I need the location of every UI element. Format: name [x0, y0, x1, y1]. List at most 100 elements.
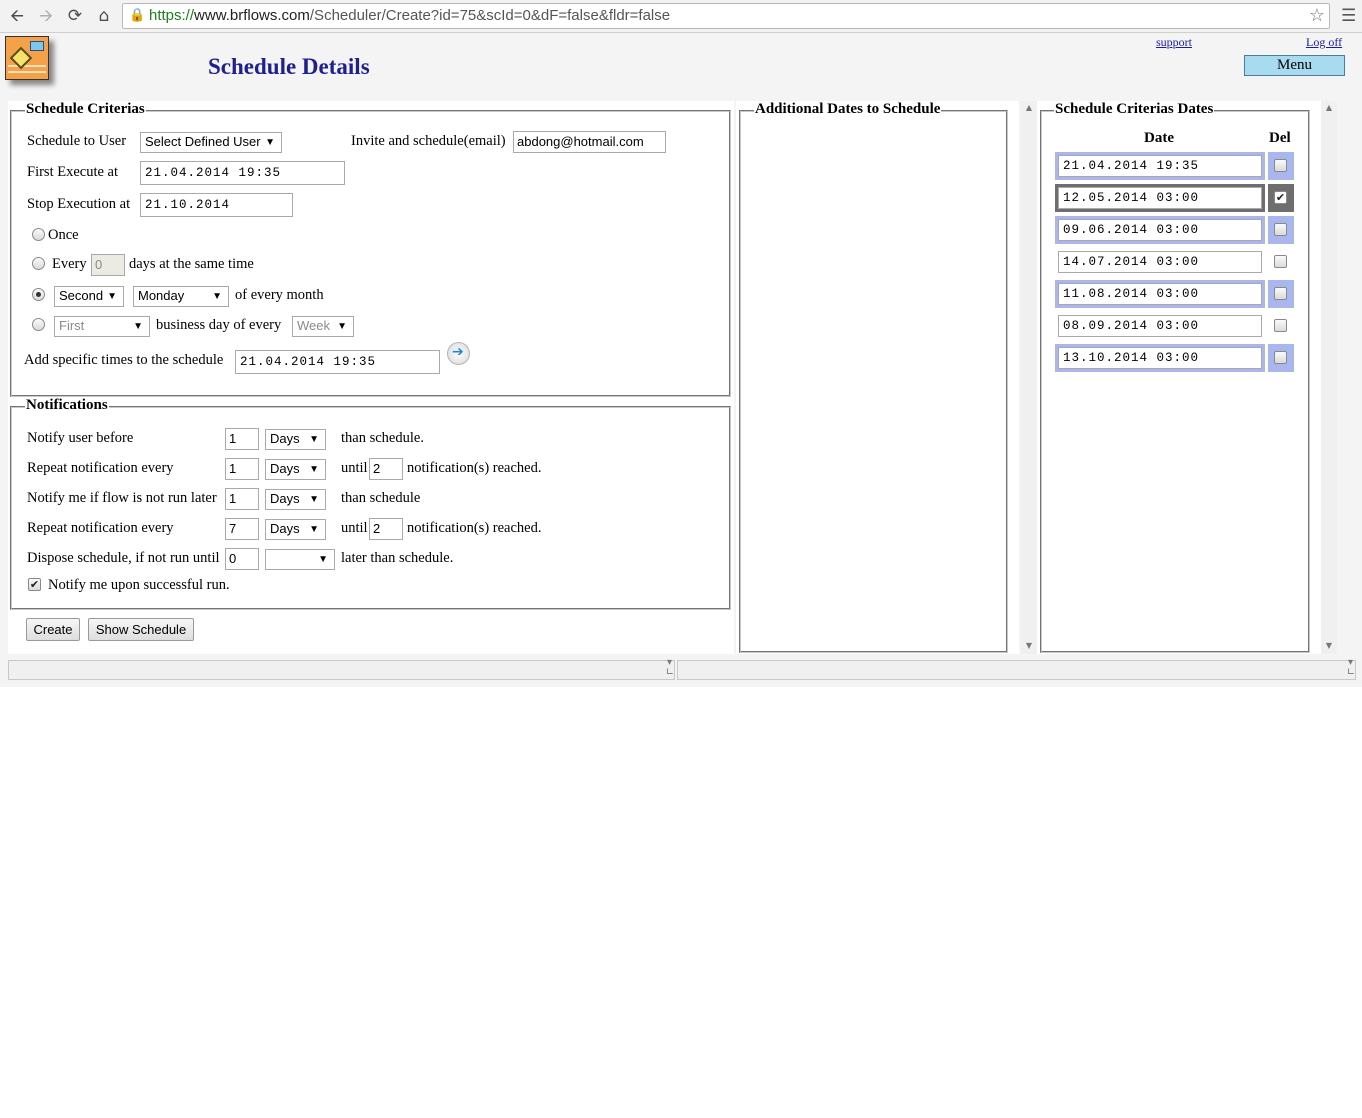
- invite-email-input[interactable]: abdong@hotmail.com: [513, 131, 666, 153]
- notify-success-checkbox[interactable]: ✔: [28, 578, 41, 591]
- repeat-notification-suffix: notification(s) reached.: [407, 520, 542, 536]
- delete-checkbox[interactable]: [1274, 319, 1287, 332]
- delete-checkbox[interactable]: [1274, 255, 1287, 268]
- date-row: 13.10.2014 03:00: [1055, 344, 1265, 372]
- address-bar[interactable]: 🔒 https://www.brflows.com/Scheduler/Crea…: [122, 3, 1330, 29]
- date-input[interactable]: 09.06.2014 03:00: [1058, 219, 1262, 241]
- hamburger-menu-icon[interactable]: ☰: [1341, 5, 1359, 27]
- repeat-notification-unit-select[interactable]: Days ▼: [265, 519, 326, 540]
- of-every-month-label: of every month: [235, 287, 324, 303]
- notify-before-unit-select[interactable]: Days ▼: [265, 429, 326, 450]
- del-cell: [1268, 280, 1294, 308]
- del-cell: [1268, 152, 1294, 180]
- date-input[interactable]: 08.09.2014 03:00: [1058, 315, 1262, 337]
- notify-before-suffix: than schedule.: [341, 430, 424, 446]
- add-time-button[interactable]: ➔: [447, 342, 470, 365]
- resize-grip-icon[interactable]: ∟: [666, 667, 674, 678]
- scroll-up-icon[interactable]: ▲: [1021, 103, 1037, 112]
- del-cell: [1268, 248, 1294, 276]
- delete-checkbox[interactable]: [1274, 159, 1287, 172]
- notify-not-run-unit-select[interactable]: Days ▼: [265, 489, 326, 510]
- specific-times-input[interactable]: 21.04.2014 19:35: [235, 350, 440, 374]
- date-input[interactable]: 21.04.2014 19:35: [1058, 155, 1262, 177]
- schedule-to-user-label: Schedule to User: [27, 133, 127, 149]
- repeat-notification-input[interactable]: 7: [225, 518, 259, 540]
- chevron-down-icon: ▼: [309, 464, 319, 475]
- repeat-notification-unit: Days: [270, 521, 300, 536]
- once-radio[interactable]: [32, 228, 45, 241]
- stop-execution-input[interactable]: 21.10.2014: [140, 193, 293, 217]
- schedule-to-user-select[interactable]: Select Defined User ▼: [140, 132, 282, 153]
- show-schedule-button[interactable]: Show Schedule: [88, 618, 194, 641]
- back-arrow-icon[interactable]: 🡨: [6, 5, 28, 27]
- bottom-textarea-right[interactable]: ▾ ∟: [677, 657, 1356, 680]
- dispose-schedule-input[interactable]: 0: [225, 548, 259, 570]
- business-ordinal-value: First: [59, 318, 85, 333]
- notify-not-run-input[interactable]: 1: [225, 488, 259, 510]
- notify-not-run-suffix: than schedule: [341, 490, 421, 506]
- logo-stripe: [8, 71, 46, 73]
- resize-grip-icon[interactable]: ∟: [1347, 667, 1355, 678]
- date-input[interactable]: 14.07.2014 03:00: [1058, 251, 1262, 273]
- invite-label: Invite and schedule(email): [351, 133, 506, 149]
- business-ordinal-select[interactable]: First ▼: [54, 316, 150, 337]
- weekday-select[interactable]: Monday ▼: [133, 286, 229, 307]
- until-label: until: [341, 460, 368, 476]
- repeat-notification-label: Repeat notification every: [27, 460, 174, 476]
- logoff-link[interactable]: Log off: [1306, 35, 1342, 50]
- delete-checkbox[interactable]: [1274, 223, 1287, 236]
- delete-checkbox[interactable]: ✔: [1274, 191, 1287, 204]
- chevron-down-icon: ▼: [309, 524, 319, 535]
- reload-icon[interactable]: ⟳: [64, 5, 86, 27]
- repeat-until-input[interactable]: 2: [369, 518, 403, 540]
- ordinal-value: Second: [59, 288, 104, 303]
- notify-before-input[interactable]: 1: [225, 428, 259, 450]
- create-button[interactable]: Create: [26, 618, 80, 641]
- chevron-down-icon: ▼: [107, 291, 117, 302]
- first-execute-label: First Execute at: [27, 164, 119, 180]
- vertical-scrollbar[interactable]: ▲ ▼: [1321, 101, 1337, 654]
- scroll-up-icon[interactable]: ▲: [1321, 103, 1337, 112]
- repeat-notification-unit-select[interactable]: Days ▼: [265, 459, 326, 480]
- delete-checkbox[interactable]: [1274, 287, 1287, 300]
- every-days-radio[interactable]: [32, 257, 45, 270]
- ordinal-select[interactable]: Second ▼: [54, 286, 124, 307]
- date-input[interactable]: 11.08.2014 03:00: [1058, 283, 1262, 305]
- forward-arrow-icon[interactable]: 🡪: [35, 5, 57, 27]
- first-execute-input[interactable]: 21.04.2014 19:35: [140, 161, 345, 185]
- bottom-textarea-left[interactable]: ▾ ∟: [8, 657, 675, 680]
- scroll-down-icon[interactable]: ▼: [1021, 641, 1037, 650]
- scroll-down-icon[interactable]: ▼: [1321, 641, 1337, 650]
- del-cell: ✔: [1268, 184, 1294, 212]
- home-icon[interactable]: ⌂: [93, 5, 115, 27]
- date-row: 14.07.2014 03:00: [1055, 248, 1265, 276]
- every-days-input[interactable]: 0: [91, 254, 125, 276]
- repeat-notification-input[interactable]: 1: [225, 458, 259, 480]
- vertical-scrollbar[interactable]: ▲ ▼: [1021, 101, 1037, 654]
- browser-toolbar: 🡨 🡪 ⟳ ⌂ 🔒 https://www.brflows.com/Schedu…: [0, 0, 1362, 33]
- ordinal-weekday-radio[interactable]: [32, 288, 45, 301]
- support-link[interactable]: support: [1156, 35, 1192, 50]
- business-day-radio[interactable]: [32, 318, 45, 331]
- logo-window: [30, 41, 44, 51]
- weekday-value: Monday: [138, 288, 185, 303]
- repeat-notification-suffix: notification(s) reached.: [407, 460, 542, 476]
- delete-checkbox[interactable]: [1274, 351, 1287, 364]
- menu-button[interactable]: Menu: [1244, 55, 1345, 76]
- dispose-schedule-suffix: later than schedule.: [341, 550, 454, 566]
- business-period-select[interactable]: Week ▼: [292, 316, 354, 337]
- repeat-until-input[interactable]: 2: [369, 458, 403, 480]
- star-icon[interactable]: ☆: [1309, 5, 1325, 26]
- schedule-criterias-legend: Schedule Criterias: [25, 101, 146, 118]
- url-scheme: https://: [149, 7, 195, 24]
- date-input[interactable]: 12.05.2014 03:00: [1058, 187, 1262, 209]
- notify-not-run-label: Notify me if flow is not run later: [27, 490, 217, 506]
- every-label: Every: [52, 256, 87, 272]
- notify-success-label: Notify me upon successful run.: [48, 577, 230, 593]
- url-host: www.brflows.com: [194, 7, 310, 24]
- url-path: /Scheduler/Create?id=75&scId=0&dF=false&…: [309, 7, 671, 24]
- date-input[interactable]: 13.10.2014 03:00: [1058, 347, 1262, 369]
- dispose-unit-select[interactable]: ▼: [265, 549, 335, 570]
- lock-icon: 🔒: [129, 8, 146, 23]
- repeat-notification-unit: Days: [270, 461, 300, 476]
